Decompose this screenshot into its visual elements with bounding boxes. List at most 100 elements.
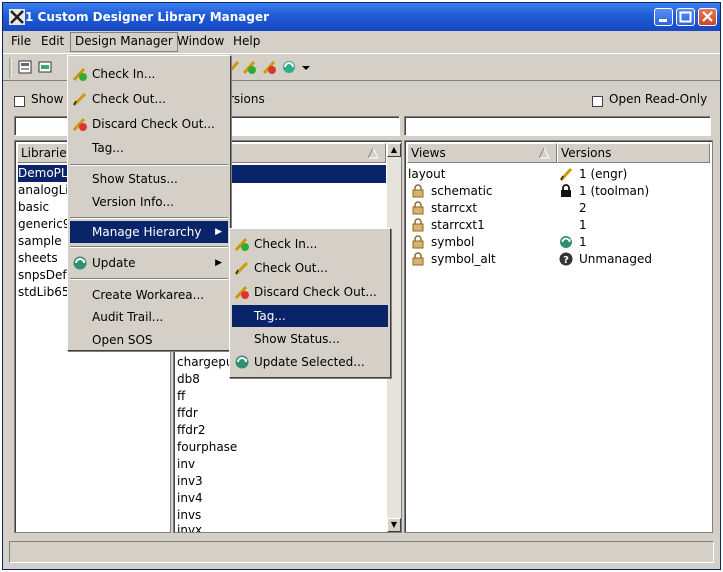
library-item[interactable]: analogLi [18,182,69,199]
cell-item[interactable]: invs [177,507,201,524]
cell-item[interactable]: invx [177,524,202,532]
title-bar[interactable]: 1 Custom Designer Library Manager [3,3,720,31]
submenu-item-check-out[interactable]: Check Out... [232,257,388,279]
cell-item[interactable]: inv4 [177,490,203,507]
submenu-item-check-in[interactable]: Check In... [232,233,388,255]
menu-item-tag[interactable]: Tag... [70,137,228,159]
menu-file[interactable]: File [7,34,35,51]
scroll-down-button[interactable]: ▼ [387,518,401,532]
version-text: 1 [579,218,587,232]
library-item[interactable]: generic9 [18,216,71,233]
submenu-item-discard-check-out[interactable]: Discard Check Out... [232,281,388,303]
close-icon [702,11,713,22]
views-header-label: Views [411,146,446,160]
cell-item[interactable]: chargepu [177,354,234,371]
cell-item[interactable]: ffdr2 [177,422,205,439]
cell-item[interactable]: ff [177,388,185,405]
update-icon [235,355,249,369]
maximize-button[interactable] [676,8,695,26]
menu-design-manager[interactable]: Design Manager [70,32,178,52]
view-filter-input[interactable] [404,116,711,136]
check-out-icon [234,261,249,276]
lock-icon [412,235,424,249]
toolbar-checkin-icon[interactable] [241,59,257,75]
submenu-item-tag[interactable]: Tag... [232,305,388,327]
minimize-button[interactable] [654,8,673,26]
library-item[interactable]: snpsDef [18,267,67,284]
main-window: 1 Custom Designer Library Manager File E… [2,2,721,570]
library-item[interactable]: sheets [18,250,58,267]
menu-bar: File Edit Design Manager Window Help [3,31,720,52]
version-text: Unmanaged [579,252,653,266]
scroll-up-button[interactable]: ▲ [387,143,401,157]
view-name: layout [408,167,446,181]
show-label: Show [31,92,64,106]
menu-item-version-info[interactable]: Version Info... [70,191,228,213]
open-read-only-checkbox[interactable] [592,96,603,107]
design-manager-menu: Check In... Check Out... Discard Check O… [67,55,231,351]
locked-icon [561,184,571,197]
check-out-icon [72,92,87,107]
menu-edit[interactable]: Edit [37,34,68,51]
cell-item[interactable]: inv3 [177,473,203,490]
library-item[interactable]: sample [18,233,62,250]
menu-separator [70,164,228,166]
minimize-icon [659,19,667,22]
menu-item-open-sos[interactable]: Open SOS [70,329,228,351]
svg-text:?: ? [563,255,569,266]
lock-icon [412,218,424,232]
menu-item-manage-hierarchy[interactable]: Manage Hierarchy ▶ [70,221,228,243]
versions-header[interactable]: Versions [557,143,710,163]
views-header[interactable]: Views [407,143,557,163]
menu-item-discard-check-out[interactable]: Discard Check Out... [70,113,228,135]
submenu-item-show-status[interactable]: Show Status... [232,328,388,350]
update-icon [73,256,87,270]
version-text: 1 (toolman) [579,184,650,198]
submenu-item-update-selected[interactable]: Update Selected... [232,351,388,373]
view-name: symbol_alt [431,252,496,266]
menu-item-audit-trail[interactable]: Audit Trail... [70,306,228,328]
discard-check-out-icon [234,285,249,300]
discard-check-out-icon [72,117,87,132]
menu-item-show-status[interactable]: Show Status... [70,168,228,190]
library-item[interactable]: basic [18,199,49,216]
menu-separator [70,217,228,219]
app-logo-icon [9,9,25,25]
menu-item-check-out[interactable]: Check Out... [70,88,228,110]
close-button[interactable] [698,8,717,26]
menu-item-create-workarea[interactable]: Create Workarea... [70,284,228,306]
views-panel: Views Versions layout 1 (engr) schematic… [404,140,713,533]
lock-icon [412,201,424,215]
menu-item-update[interactable]: Update ▶ [70,252,228,274]
library-item[interactable]: stdLib65 [18,284,69,301]
submenu-arrow-icon: ▶ [215,227,222,237]
version-text: 1 [579,235,587,249]
versions-label: rsions [229,92,265,106]
update-icon [560,236,572,248]
manage-hierarchy-submenu: Check In... Check Out... Discard Check O… [229,228,391,378]
cell-item[interactable]: ffdr [177,405,198,422]
view-name: schematic [431,184,493,198]
view-name: starrcxt1 [431,218,485,232]
version-text: 1 (engr) [579,167,628,181]
new-library-icon[interactable] [17,59,33,75]
toolbar-update-icon[interactable] [281,59,297,75]
show-checkbox[interactable] [14,96,25,107]
menu-item-check-in[interactable]: Check In... [70,63,228,85]
menu-help[interactable]: Help [229,34,264,51]
version-text: 2 [579,201,587,215]
view-row-layout[interactable]: layout [408,166,445,183]
cell-item[interactable]: db8 [177,371,200,388]
cell-item[interactable]: inv [177,456,195,473]
checkout-pen-icon [559,167,573,181]
check-in-icon [72,67,87,82]
open-library-icon[interactable] [37,59,53,75]
status-bar [9,541,714,563]
sort-triangle-icon [538,147,550,159]
toolbar-discard-icon[interactable] [261,59,277,75]
cell-item[interactable]: fourphase [177,439,237,456]
sort-triangle-icon [367,147,379,159]
menu-window[interactable]: Window [173,34,228,51]
dropdown-arrow-icon[interactable] [298,59,314,75]
menu-separator [70,246,228,248]
